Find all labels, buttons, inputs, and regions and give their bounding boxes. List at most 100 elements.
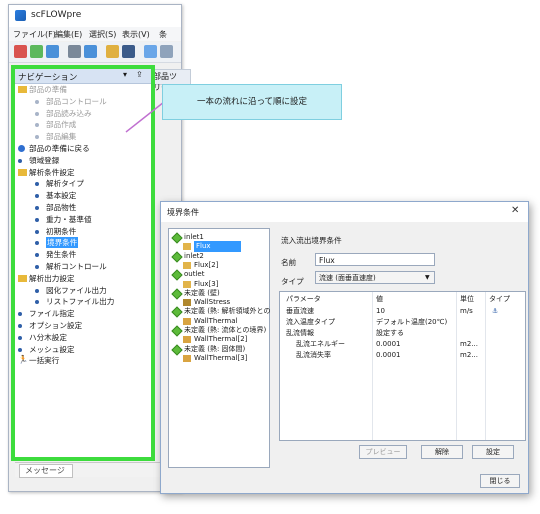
zoom-icon[interactable] — [160, 45, 173, 58]
bullet-icon — [35, 182, 39, 187]
menu-file[interactable]: ファイル(F) — [13, 29, 56, 40]
release-button[interactable]: 解除 — [421, 445, 463, 459]
nav-item[interactable]: 境界条件 — [15, 237, 151, 249]
cell-param: 流入温度タイプ — [286, 318, 335, 326]
menu-select[interactable]: 選択(S) — [89, 29, 116, 40]
cell-unit: m2... — [460, 340, 478, 348]
mesh-icon[interactable] — [68, 45, 81, 58]
return-icon — [18, 145, 25, 152]
nav-item[interactable]: 解析タイプ — [15, 178, 151, 189]
cell-value: 0.0001 — [376, 340, 401, 348]
navigation-header: ナビゲーション ▾ ⇪ — [15, 69, 151, 84]
folder-icon[interactable] — [106, 45, 119, 58]
boundary-tree-item[interactable]: WallThermal[3] — [169, 353, 269, 364]
nav-item[interactable]: 図化ファイル出力 — [15, 285, 151, 296]
flux-icon — [183, 261, 191, 269]
nav-item-label: ハ分木設定 — [29, 332, 67, 342]
nav-item[interactable]: 重力・基準値 — [15, 214, 151, 225]
thermal-icon — [183, 354, 191, 362]
nav-item[interactable]: 初期条件 — [15, 226, 151, 237]
navigation-title: ナビゲーション — [18, 73, 78, 83]
parameter-table: パラメータ 値 単位 タイプ 垂直流速 10 m/s ⚓ 流入温度タイプ デフォルト温度(… — [279, 291, 526, 441]
nav-item[interactable]: 解析条件設定 — [15, 167, 151, 178]
nav-item-label: 境界条件 — [46, 237, 79, 249]
nav-item-label: 部品編集 — [46, 132, 77, 142]
stop-icon[interactable] — [14, 45, 27, 58]
view-icon[interactable] — [84, 45, 97, 58]
nav-item[interactable]: オプション設定 — [15, 320, 151, 331]
nav-item[interactable]: 部品物性 — [15, 202, 151, 213]
nav-item[interactable]: 基本設定 — [15, 190, 151, 201]
apply-button[interactable]: 設定 — [472, 445, 514, 459]
menu-more[interactable]: 条 — [159, 29, 167, 40]
nav-item-label: 図化ファイル出力 — [46, 285, 107, 295]
name-input[interactable]: Flux — [315, 253, 435, 266]
column-header-type: タイプ — [489, 295, 510, 303]
navigation-tree: 部品の準備 部品コントロール 部品読み込み 部品作成 部品編集 部品の準備に戻る 領域登録解… — [15, 84, 151, 444]
table-row[interactable]: 乱流情報 設定する — [280, 328, 525, 339]
main-window: scFLOWpre ファイル(F) 編集(E) 選択(S) 表示(V) 条 部品… — [8, 4, 191, 492]
bullet-icon — [35, 300, 39, 305]
cell-value: 10 — [376, 307, 385, 315]
save-icon[interactable] — [122, 45, 135, 58]
nav-item-label: 基本設定 — [46, 191, 77, 201]
toolbar — [9, 42, 181, 63]
rotate-icon[interactable] — [144, 45, 157, 58]
nav-item[interactable]: 部品の準備 — [15, 84, 151, 95]
thermal-icon — [183, 317, 191, 325]
nav-item[interactable]: 解析出力設定 — [15, 273, 151, 284]
type-select[interactable]: 流速 (面垂直速度) — [315, 271, 435, 284]
menu-bar: ファイル(F) 編集(E) 選択(S) 表示(V) 条 — [9, 27, 181, 41]
nav-item-label: 領域登録 — [29, 155, 60, 165]
nav-item-label: 初期条件 — [46, 226, 77, 236]
cell-value: 設定する — [376, 329, 404, 337]
nav-item-label: 部品コントロール — [46, 96, 107, 106]
bullet-icon — [18, 312, 22, 317]
menu-edit[interactable]: 編集(E) — [55, 29, 82, 40]
bullet-icon — [18, 347, 22, 352]
wall-icon — [183, 299, 191, 307]
nav-item[interactable]: ハ分木設定 — [15, 332, 151, 343]
nav-item[interactable]: リストファイル出力 — [15, 296, 151, 307]
type-label: タイプ — [281, 277, 304, 286]
nav-item[interactable]: 解析コントロール — [15, 261, 151, 272]
pin-icon[interactable]: ▾ — [123, 70, 127, 79]
bullet-icon — [35, 135, 39, 140]
table-row[interactable]: 乱流消失率 0.0001 m2... — [280, 350, 525, 361]
nav-item[interactable]: 領域登録 — [15, 155, 151, 166]
nav-item[interactable]: メッシュ設定 — [15, 344, 151, 355]
column-header-parameter: パラメータ — [286, 295, 321, 303]
close-button[interactable]: 閉じる — [480, 474, 520, 488]
table-row[interactable]: 垂直流速 10 m/s ⚓ — [280, 306, 525, 317]
bullet-icon — [35, 111, 39, 116]
message-tab-label: メッセージ — [25, 466, 65, 475]
table-row[interactable]: 流入温度タイプ デフォルト温度(20℃) — [280, 317, 525, 328]
nav-item-label: 部品の準備 — [29, 85, 67, 94]
dock-icon[interactable]: ⇪ — [136, 70, 143, 79]
nav-item[interactable]: 🏃 一括実行 — [15, 355, 151, 366]
nav-item-label: 解析出力設定 — [29, 273, 75, 283]
app-logo-icon — [15, 10, 26, 21]
cell-param: 乱流エネルギー — [296, 340, 345, 348]
bullet-icon — [35, 241, 39, 246]
nav-item[interactable]: ファイル指定 — [15, 308, 151, 319]
run-icon[interactable] — [30, 45, 43, 58]
table-row[interactable]: 乱流エネルギー 0.0001 m2... — [280, 339, 525, 350]
nav-item-label: 部品の準備に戻る — [29, 144, 90, 153]
nav-item-label: 部品読み込み — [46, 108, 92, 118]
select-icon[interactable] — [46, 45, 59, 58]
bullet-icon — [35, 288, 39, 293]
preview-button[interactable]: プレビュー — [359, 445, 407, 459]
close-icon[interactable]: ✕ — [511, 205, 519, 216]
cell-value: デフォルト温度(20℃) — [376, 318, 448, 326]
menu-view[interactable]: 表示(V) — [122, 29, 150, 40]
run-icon: 🏃 — [18, 355, 28, 365]
cell-unit: m/s — [460, 307, 473, 315]
cell-unit: m2... — [460, 351, 478, 359]
nav-item[interactable]: 部品の準備に戻る — [15, 143, 151, 154]
app-title: scFLOWpre — [31, 10, 82, 20]
chevron-down-icon[interactable]: ▼ — [425, 274, 430, 281]
flux-icon — [183, 280, 191, 288]
nav-item[interactable]: 発生条件 — [15, 249, 151, 260]
column-header-value: 値 — [376, 295, 383, 303]
